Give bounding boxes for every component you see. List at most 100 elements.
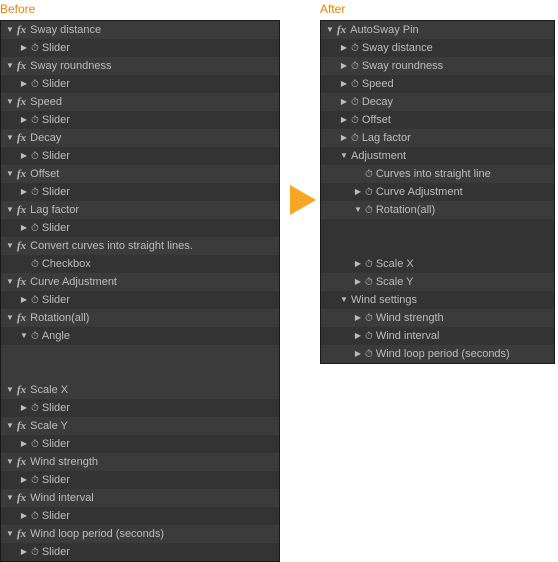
twirl-down-icon[interactable]: ▼ (5, 309, 15, 327)
stopwatch-icon[interactable]: ⏱ (351, 134, 359, 144)
property-row[interactable]: ▶⏱Scale Y (321, 273, 554, 291)
property-row[interactable]: ▶⏱Slider (1, 111, 279, 129)
twirl-icon[interactable]: ▶ (19, 435, 29, 453)
property-row[interactable]: ▶⏱Slider (1, 75, 279, 93)
twirl-icon[interactable]: ▶ (19, 39, 29, 57)
property-row[interactable]: ⏱Curves into straight line (321, 165, 554, 183)
property-row[interactable]: ▶⏱Lag factor (321, 129, 554, 147)
twirl-icon[interactable]: ▶ (353, 255, 363, 273)
stopwatch-icon[interactable]: ⏱ (31, 440, 39, 450)
property-row[interactable]: ▶⏱Sway distance (321, 39, 554, 57)
effect-row[interactable]: ▼fxDecay (1, 129, 279, 147)
property-row[interactable]: ▶⏱Slider (1, 471, 279, 489)
twirl-down-icon[interactable]: ▼ (5, 21, 15, 39)
twirl-down-icon[interactable]: ▼ (5, 165, 15, 183)
property-row[interactable]: ▶⏱Decay (321, 93, 554, 111)
twirl-icon[interactable]: ▼ (19, 327, 29, 345)
stopwatch-icon[interactable]: ⏱ (351, 80, 359, 90)
stopwatch-icon[interactable]: ⏱ (31, 116, 39, 126)
twirl-down-icon[interactable]: ▼ (5, 417, 15, 435)
twirl-down-icon[interactable]: ▼ (5, 93, 15, 111)
property-row[interactable]: ▶⏱Slider (1, 543, 279, 561)
twirl-icon[interactable]: ▼ (353, 201, 363, 219)
effect-row[interactable]: ▼fxOffset (1, 165, 279, 183)
twirl-down-icon[interactable]: ▼ (5, 525, 15, 543)
property-row[interactable]: ▶⏱Wind interval (321, 327, 554, 345)
twirl-down-icon[interactable]: ▼ (5, 129, 15, 147)
property-row[interactable]: ⏱Checkbox (1, 255, 279, 273)
twirl-icon[interactable]: ▶ (19, 111, 29, 129)
stopwatch-icon[interactable]: ⏱ (365, 350, 373, 360)
stopwatch-icon[interactable]: ⏱ (31, 296, 39, 306)
effect-row[interactable]: ▼fxSpeed (1, 93, 279, 111)
twirl-down-icon[interactable]: ▼ (5, 201, 15, 219)
stopwatch-icon[interactable]: ⏱ (31, 224, 39, 234)
stopwatch-icon[interactable]: ⏱ (365, 278, 373, 288)
property-row[interactable]: ▶⏱Scale X (321, 255, 554, 273)
property-row[interactable]: ▶⏱Slider (1, 399, 279, 417)
stopwatch-icon[interactable]: ⏱ (31, 476, 39, 486)
effect-row[interactable]: ▼fxConvert curves into straight lines. (1, 237, 279, 255)
property-row[interactable]: ▼⏱Rotation(all) (321, 201, 554, 219)
property-row[interactable]: ▶⏱Wind strength (321, 309, 554, 327)
stopwatch-icon[interactable]: ⏱ (365, 332, 373, 342)
stopwatch-icon[interactable]: ⏱ (31, 260, 39, 270)
group-row[interactable]: ▼Adjustment (321, 147, 554, 165)
stopwatch-icon[interactable]: ⏱ (31, 512, 39, 522)
effect-row[interactable]: ▼fxScale X (1, 381, 279, 399)
property-row[interactable]: ▶⏱Slider (1, 183, 279, 201)
stopwatch-icon[interactable]: ⏱ (31, 80, 39, 90)
twirl-right-icon[interactable]: ▶ (339, 39, 349, 57)
twirl-icon[interactable]: ▶ (19, 147, 29, 165)
stopwatch-icon[interactable]: ⏱ (31, 404, 39, 414)
effect-row[interactable]: ▼fxScale Y (1, 417, 279, 435)
twirl-down-icon[interactable]: ▼ (339, 147, 349, 165)
twirl-icon[interactable]: ▶ (353, 183, 363, 201)
twirl-down-icon[interactable]: ▼ (5, 57, 15, 75)
property-row[interactable]: ▶⏱Curve Adjustment (321, 183, 554, 201)
twirl-right-icon[interactable]: ▶ (353, 345, 363, 363)
property-row[interactable]: ▶⏱Slider (1, 507, 279, 525)
stopwatch-icon[interactable]: ⏱ (351, 44, 359, 54)
twirl-down-icon[interactable]: ▼ (5, 381, 15, 399)
property-row[interactable]: ▶⏱Slider (1, 291, 279, 309)
twirl-right-icon[interactable]: ▶ (339, 93, 349, 111)
stopwatch-icon[interactable]: ⏱ (31, 332, 39, 342)
effect-row[interactable]: ▼fxSway roundness (1, 57, 279, 75)
twirl-down-icon[interactable]: ▼ (5, 489, 15, 507)
effect-row[interactable]: ▼fxRotation(all) (1, 309, 279, 327)
stopwatch-icon[interactable]: ⏱ (31, 152, 39, 162)
stopwatch-icon[interactable]: ⏱ (351, 62, 359, 72)
property-row[interactable]: ▶⏱Slider (1, 147, 279, 165)
property-row[interactable]: ▶⏱Slider (1, 219, 279, 237)
twirl-down-icon[interactable]: ▼ (325, 21, 335, 39)
effect-row[interactable]: ▼fxCurve Adjustment (1, 273, 279, 291)
twirl-right-icon[interactable]: ▶ (339, 129, 349, 147)
twirl-icon[interactable]: ▶ (353, 273, 363, 291)
twirl-icon[interactable]: ▶ (19, 183, 29, 201)
effect-row[interactable]: ▼fxAutoSway Pin (321, 21, 554, 39)
stopwatch-icon[interactable]: ⏱ (365, 206, 373, 216)
stopwatch-icon[interactable]: ⏱ (365, 314, 373, 324)
effect-row[interactable]: ▼fxWind loop period (seconds) (1, 525, 279, 543)
effect-row[interactable]: ▼fxWind interval (1, 489, 279, 507)
stopwatch-icon[interactable]: ⏱ (365, 260, 373, 270)
effect-row[interactable]: ▼fxLag factor (1, 201, 279, 219)
twirl-right-icon[interactable]: ▶ (353, 327, 363, 345)
twirl-right-icon[interactable]: ▶ (339, 57, 349, 75)
twirl-icon[interactable]: ▶ (19, 75, 29, 93)
twirl-down-icon[interactable]: ▼ (339, 291, 349, 309)
twirl-down-icon[interactable]: ▼ (5, 453, 15, 471)
effect-row[interactable]: ▼fxSway distance (1, 21, 279, 39)
twirl-down-icon[interactable]: ▼ (5, 237, 15, 255)
property-row[interactable]: ▼⏱Angle (1, 327, 279, 345)
twirl-icon[interactable]: ▶ (19, 399, 29, 417)
twirl-icon[interactable]: ▶ (19, 219, 29, 237)
group-row[interactable]: ▼Wind settings (321, 291, 554, 309)
twirl-right-icon[interactable]: ▶ (339, 111, 349, 129)
property-row[interactable]: ▶⏱Slider (1, 435, 279, 453)
twirl-right-icon[interactable]: ▶ (353, 309, 363, 327)
stopwatch-icon[interactable]: ⏱ (365, 170, 373, 180)
twirl-icon[interactable]: ▶ (19, 291, 29, 309)
twirl-icon[interactable]: ▶ (19, 543, 29, 561)
